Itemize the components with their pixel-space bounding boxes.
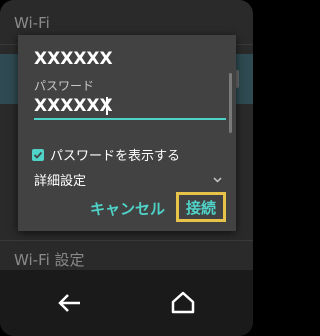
- text-cursor: [106, 97, 108, 115]
- show-password-row[interactable]: パスワードを表示する: [32, 145, 180, 164]
- dialog-scrollbar[interactable]: [229, 73, 232, 133]
- navigation-bar: [0, 270, 253, 336]
- show-password-label: パスワードを表示する: [50, 149, 181, 164]
- password-input[interactable]: [34, 94, 226, 120]
- arrow-left-icon[interactable]: [50, 288, 90, 318]
- password-label: パスワード: [34, 79, 95, 93]
- advanced-settings-label: 詳細設定: [34, 174, 87, 189]
- connect-button[interactable]: 接続: [176, 192, 226, 222]
- check-icon: [33, 151, 43, 159]
- page-title: Wi-Fi: [14, 14, 50, 32]
- home-icon[interactable]: [163, 288, 203, 318]
- divider: [0, 240, 253, 241]
- cancel-button[interactable]: キャンセル: [90, 198, 165, 219]
- wifi-connect-dialog: XXXXXX パスワード パスワードを表示する 詳細設定 キャンセル 接続: [18, 35, 236, 231]
- wifi-settings-item[interactable]: Wi-Fi 設定: [14, 249, 85, 270]
- chevron-down-icon: [213, 173, 222, 186]
- show-password-checkbox[interactable]: [32, 148, 44, 161]
- phone-screen: Wi-Fi Wi-Fi 設定 XXXXXX パスワード パスワードを表示する 詳…: [0, 0, 253, 336]
- network-ssid: XXXXXX: [34, 49, 113, 69]
- advanced-settings-row[interactable]: 詳細設定: [34, 170, 226, 189]
